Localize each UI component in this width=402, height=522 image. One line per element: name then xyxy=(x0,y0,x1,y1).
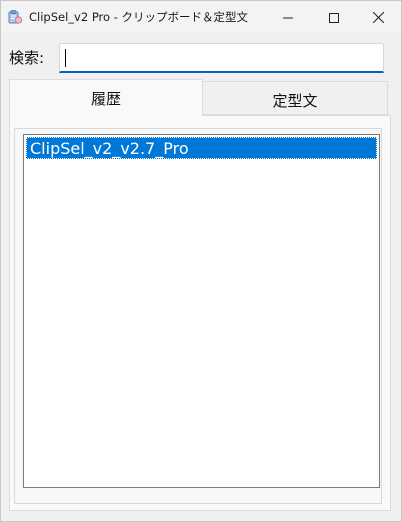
title-bar[interactable]: ClipSel_v2 Pro - クリップボード＆定型文 xyxy=(1,1,401,33)
history-listbox[interactable]: ClipSel_v2_v2.7_Pro xyxy=(23,134,380,488)
tab-templates[interactable]: 定型文 xyxy=(202,81,388,115)
tab-templates-label: 定型文 xyxy=(272,91,318,110)
app-icon xyxy=(7,9,23,25)
maximize-icon xyxy=(329,8,339,27)
history-list-item[interactable]: ClipSel_v2_v2.7_Pro xyxy=(26,137,377,159)
app-window: ClipSel_v2 Pro - クリップボード＆定型文 検索: 履歴 定型文 … xyxy=(0,0,402,522)
minimize-icon xyxy=(283,8,293,27)
text-caret xyxy=(65,49,66,67)
history-item-text: ClipSel_v2_v2.7_Pro xyxy=(30,139,189,158)
tab-history[interactable]: 履歴 xyxy=(9,79,203,116)
close-button[interactable] xyxy=(355,1,401,33)
tab-history-label: 履歴 xyxy=(90,89,121,108)
search-input[interactable] xyxy=(59,43,384,73)
minimize-button[interactable] xyxy=(265,1,311,33)
search-label: 検索: xyxy=(9,49,45,67)
window-title: ClipSel_v2 Pro - クリップボード＆定型文 xyxy=(29,10,249,24)
close-icon xyxy=(372,8,384,27)
maximize-button[interactable] xyxy=(311,1,357,33)
